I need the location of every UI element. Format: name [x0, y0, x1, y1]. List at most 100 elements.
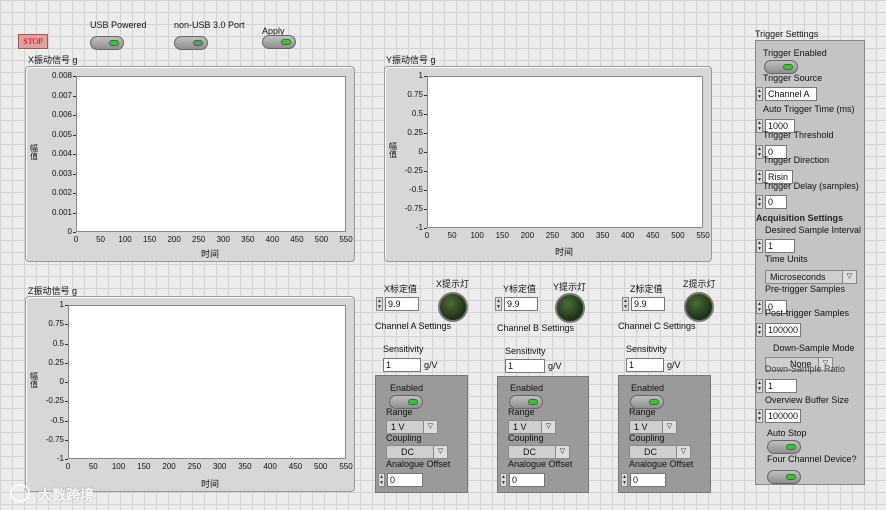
x-ytick-label: 0.008 [51, 71, 72, 80]
channel-c-cal-input[interactable]: 9.9 [631, 297, 665, 311]
trigger-direction-label: Trigger Direction [763, 155, 830, 165]
channel-b-enabled-label: Enabled [510, 383, 544, 393]
trigger-threshold-spinner[interactable]: ▲ ▼ [756, 145, 763, 159]
channel-b-offset-input[interactable]: 0 [509, 473, 545, 487]
toggle-led-icon [109, 40, 119, 46]
channel-c-sensitivity-input[interactable]: 1 [626, 358, 664, 372]
post-trigger-spinner[interactable]: ▲ ▼ [756, 323, 763, 337]
channel-c-coupling-value: DC [644, 447, 657, 457]
downsample-ratio-spinner[interactable]: ▲ ▼ [756, 379, 763, 393]
overview-buffer-input[interactable]: 100000 [765, 409, 801, 423]
z-ytick-label: 0 [59, 377, 64, 386]
overview-buffer-spinner[interactable]: ▲ ▼ [756, 409, 763, 423]
auto-stop-toggle[interactable] [767, 440, 801, 454]
settings-side-panel: Trigger Enabled Trigger Source ▲ ▼ Channe… [755, 40, 865, 485]
trigger-delay-spinner[interactable]: ▲ ▼ [756, 195, 763, 209]
channel-b-offset-spinner[interactable]: ▲ ▼ [500, 473, 507, 487]
auto-stop-label: Auto Stop [767, 428, 807, 438]
y-ytick-label: 0.75 [407, 90, 423, 99]
y-ytick-label: 0.5 [411, 109, 423, 118]
x-ytick-mark [73, 173, 76, 175]
y-xtick-label: 50 [447, 231, 457, 240]
trigger-enabled-toggle[interactable] [764, 60, 798, 74]
channel-b-coupling-select[interactable]: DC ▽ [508, 445, 570, 459]
trigger-source-input[interactable]: Channel A [765, 87, 817, 101]
z-xtick-label: 400 [263, 462, 277, 471]
stop-button[interactable]: STOP [18, 34, 48, 49]
y-xtick-label: 100 [470, 231, 484, 240]
channel-c-coupling-select[interactable]: DC ▽ [629, 445, 691, 459]
channel-a-range-label: Range [386, 407, 413, 417]
channel-a-range-select[interactable]: 1 V ▽ [386, 420, 438, 434]
channel-c-coupling-label: Coupling [629, 433, 665, 443]
channel-a-settings-box: Enabled Range 1 V ▽ Coupling DC ▽ Analogue… [375, 375, 468, 493]
channel-b-led-label: Y提示灯 [553, 282, 587, 292]
x-ytick-mark [73, 134, 76, 136]
usb-powered-toggle[interactable] [90, 36, 124, 50]
channel-c-settings-box: Enabled Range 1 V ▽ Coupling DC ▽ Analogue… [618, 375, 711, 493]
pre-trigger-label: Pre-trigger Samples [765, 284, 846, 294]
channel-b-settings-label: Channel B Settings [497, 323, 575, 333]
downsample-ratio-input[interactable]: 1 [765, 379, 797, 393]
x-ytick-label: 0.003 [51, 168, 72, 178]
channel-b-sensitivity-input[interactable]: 1 [505, 359, 545, 373]
channel-a-cal-spinner[interactable]: ▲ ▼ [376, 297, 383, 311]
channel-a-offset-input[interactable]: 0 [387, 473, 423, 487]
y-ytick-label: 0.25 [407, 128, 423, 137]
x-plot-area[interactable] [76, 76, 346, 232]
sample-interval-input[interactable]: 1 [765, 239, 795, 253]
trigger-source-spinner[interactable]: ▲ ▼ [756, 87, 763, 101]
x-chart-panel: 幅值 0.008 0.007 0.006 0.005 0.004 0.003 0.002 0.… [25, 66, 355, 262]
y-ytick-label: 0 [418, 147, 423, 156]
trigger-delay-input[interactable]: 0 [765, 195, 787, 209]
overview-buffer-label: Overview Buffer Size [765, 395, 849, 405]
pre-trigger-spinner[interactable]: ▲ ▼ [756, 300, 763, 314]
channel-c-range-select[interactable]: 1 V ▽ [629, 420, 677, 434]
channel-a-offset-spinner[interactable]: ▲ ▼ [378, 473, 385, 487]
non-usb-toggle[interactable] [174, 36, 208, 50]
four-channel-toggle[interactable] [767, 470, 801, 484]
channel-c-indicator-led-icon [684, 292, 714, 322]
channel-b-cal-input[interactable]: 9.9 [504, 297, 538, 311]
z-ytick-mark [65, 343, 68, 345]
y-xtick-label: 450 [646, 231, 660, 240]
x-xtick-label: 450 [290, 235, 304, 244]
channel-c-cal-spinner[interactable]: ▲ ▼ [622, 297, 629, 311]
channel-c-offset-input[interactable]: 0 [630, 473, 666, 487]
channel-a-coupling-select[interactable]: DC ▽ [386, 445, 448, 459]
downsample-mode-label: Down-Sample Mode [773, 343, 855, 353]
chevron-down-icon: ▽ [555, 446, 569, 458]
y-plot-area[interactable] [427, 76, 703, 228]
trigger-direction-spinner[interactable]: ▲ ▼ [756, 170, 763, 184]
channel-b-offset-label: Analogue Offset [508, 459, 573, 469]
z-ytick-mark [65, 420, 68, 422]
toggle-led-icon [649, 399, 659, 405]
channel-b-indicator-led-icon [555, 293, 585, 323]
z-plot-area[interactable] [68, 305, 346, 459]
channel-c-cal-label: Z标定值 [630, 284, 663, 294]
sample-interval-spinner[interactable]: ▲ ▼ [756, 239, 763, 253]
apply-button[interactable] [262, 35, 296, 49]
channel-a-cal-input[interactable]: 9.9 [385, 297, 419, 311]
channel-a-sensitivity-input[interactable]: 1 [383, 358, 421, 372]
y-ytick-mark [424, 133, 427, 134]
channel-b-range-select[interactable]: 1 V ▽ [508, 420, 556, 434]
z-xtick-label: 550 [339, 462, 353, 471]
channel-c-sensitivity-unit: g/V [667, 360, 681, 370]
auto-trigger-time-spinner[interactable]: ▲ ▼ [756, 119, 763, 133]
usb-powered-label: USB Powered [90, 20, 147, 30]
post-trigger-input[interactable]: 100000 [765, 323, 801, 337]
channel-b-range-value: 1 V [513, 422, 527, 432]
channel-b-cal-spinner[interactable]: ▲ ▼ [495, 297, 502, 311]
toggle-led-icon [786, 474, 796, 480]
channel-c-offset-spinner[interactable]: ▲ ▼ [621, 473, 628, 487]
x-xtick-label: 550 [339, 235, 353, 244]
trigger-delay-label: Trigger Delay (samples) [763, 181, 859, 191]
channel-b-coupling-label: Coupling [508, 433, 544, 443]
toggle-led-icon [783, 64, 793, 70]
time-units-select[interactable]: Microseconds ▽ [765, 270, 857, 284]
channel-b-cal-label: Y标定值 [503, 284, 537, 294]
channel-c-sensitivity-label: Sensitivity [626, 344, 667, 354]
channel-c-settings-label: Channel C Settings [618, 321, 696, 331]
z-ytick-mark [65, 324, 68, 326]
